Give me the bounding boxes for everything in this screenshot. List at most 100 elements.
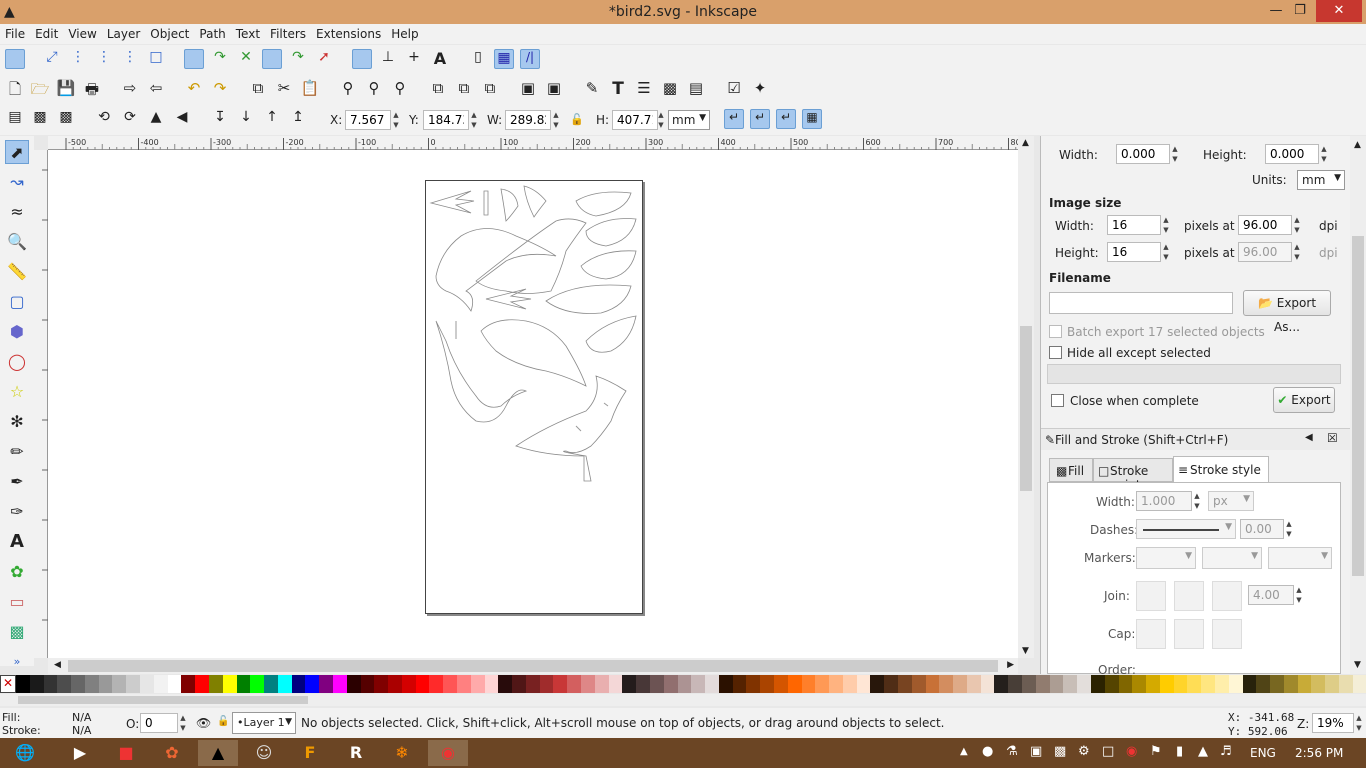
palette-swatch[interactable] bbox=[1256, 675, 1271, 693]
palette-swatch[interactable] bbox=[360, 675, 375, 693]
palette-swatch[interactable] bbox=[208, 675, 223, 693]
rotate-cw-icon[interactable]: ⟳ bbox=[120, 109, 140, 129]
hide-all-checkbox[interactable] bbox=[1049, 346, 1062, 359]
palette-swatch[interactable] bbox=[953, 675, 967, 693]
palette-swatch[interactable] bbox=[1297, 675, 1312, 693]
taskbar-inkscape-icon[interactable]: ▲ bbox=[198, 740, 238, 766]
rotate-ccw-icon[interactable]: ⟲ bbox=[94, 109, 114, 129]
clock[interactable]: 2:56 PM bbox=[1295, 746, 1343, 760]
h-input[interactable] bbox=[612, 110, 658, 130]
print-icon[interactable]: 🖶 bbox=[82, 79, 102, 99]
palette-swatch[interactable] bbox=[84, 675, 99, 693]
palette-swatch[interactable] bbox=[222, 675, 237, 693]
volume-icon[interactable]: ♬ bbox=[1220, 744, 1232, 759]
palette-swatch[interactable] bbox=[512, 675, 526, 693]
img-height-spinner[interactable]: ▲ ▼ bbox=[1161, 242, 1171, 262]
img-width-input[interactable] bbox=[1107, 215, 1161, 235]
lock-icon[interactable]: 🔓 bbox=[570, 113, 584, 126]
palette-swatch[interactable] bbox=[1104, 675, 1119, 693]
palette-swatch[interactable] bbox=[925, 675, 940, 693]
palette-swatch[interactable] bbox=[1352, 675, 1366, 693]
flip-horizontal-icon[interactable]: ▲ bbox=[146, 109, 166, 129]
menu-layer[interactable]: Layer bbox=[102, 24, 145, 44]
palette-swatch[interactable] bbox=[1118, 675, 1133, 693]
tray-icon-7[interactable]: ◉ bbox=[1126, 744, 1137, 759]
group-icon[interactable]: ▣ bbox=[518, 79, 538, 99]
palette-swatch[interactable] bbox=[663, 675, 678, 693]
palette-swatch[interactable] bbox=[553, 675, 568, 693]
pen-tool-icon[interactable]: ✒ bbox=[5, 470, 29, 494]
palette-swatch[interactable] bbox=[498, 675, 513, 693]
snap-bbox-midpoint-icon[interactable]: ⋮ bbox=[120, 49, 140, 69]
new-document-icon[interactable]: 🗋 bbox=[5, 79, 25, 99]
dpi-x-spinner[interactable]: ▲ ▼ bbox=[1292, 215, 1302, 235]
palette-swatch[interactable] bbox=[1008, 675, 1023, 693]
tray-icon-5[interactable]: ⚙ bbox=[1078, 744, 1090, 759]
scroll-left-icon[interactable]: ◀ bbox=[54, 660, 61, 670]
palette-scrollbar[interactable] bbox=[0, 694, 1366, 706]
palette-swatch[interactable] bbox=[732, 675, 747, 693]
palette-swatch[interactable] bbox=[1311, 675, 1326, 693]
scale-corners-icon[interactable]: ↵ bbox=[750, 109, 770, 129]
open-icon[interactable]: 🗁 bbox=[30, 79, 50, 99]
scroll-up-icon[interactable]: ▲ bbox=[1354, 140, 1361, 150]
zoom-drawing-icon[interactable]: ⚲ bbox=[364, 79, 384, 99]
palette-swatch[interactable] bbox=[636, 675, 650, 693]
taskbar-app-3-icon[interactable]: ✿ bbox=[152, 740, 192, 766]
palette-swatch[interactable] bbox=[1187, 675, 1202, 693]
snap-bbox-center-icon[interactable]: □ bbox=[146, 49, 166, 69]
palette-swatch[interactable] bbox=[1201, 675, 1215, 693]
palette-swatch[interactable] bbox=[167, 675, 182, 693]
color-palette[interactable]: ✕ bbox=[0, 675, 1366, 693]
palette-swatch[interactable] bbox=[332, 675, 347, 693]
palette-swatch[interactable] bbox=[1339, 675, 1353, 693]
palette-swatch[interactable] bbox=[1077, 675, 1091, 693]
palette-scroll-thumb[interactable] bbox=[18, 696, 308, 704]
w-input[interactable] bbox=[505, 110, 551, 130]
snap-intersection-icon[interactable]: ✕ bbox=[236, 49, 256, 69]
zoom-tool-icon[interactable]: 🔍 bbox=[5, 230, 29, 254]
more-tools-icon[interactable]: » bbox=[5, 650, 29, 674]
tab-stroke-paint[interactable]: □Stroke paint bbox=[1093, 458, 1173, 492]
tray-icon-1[interactable]: ● bbox=[982, 744, 993, 759]
palette-swatch[interactable] bbox=[525, 675, 540, 693]
palette-swatch[interactable] bbox=[856, 675, 871, 693]
wifi-icon[interactable]: ▲ bbox=[1198, 744, 1208, 759]
align-distribute-icon[interactable]: ▤ bbox=[686, 79, 706, 99]
palette-swatch[interactable] bbox=[388, 675, 402, 693]
palette-swatch[interactable] bbox=[484, 675, 499, 693]
batch-export-checkbox[interactable] bbox=[1049, 325, 1062, 338]
document-properties-icon[interactable]: ☑ bbox=[724, 79, 744, 99]
pencil-tool-icon[interactable]: ✏ bbox=[5, 440, 29, 464]
tab-fill[interactable]: ▩ Fill bbox=[1049, 458, 1093, 482]
palette-swatch[interactable] bbox=[718, 675, 733, 693]
no-paint-swatch[interactable]: ✕ bbox=[0, 675, 16, 693]
palette-swatch[interactable] bbox=[1035, 675, 1050, 693]
palette-swatch[interactable] bbox=[911, 675, 926, 693]
measure-tool-icon[interactable]: 📏 bbox=[5, 260, 29, 284]
snap-text-baseline-icon[interactable]: A bbox=[430, 49, 450, 69]
palette-swatch[interactable] bbox=[787, 675, 802, 693]
palette-swatch[interactable] bbox=[181, 675, 196, 693]
palette-swatch[interactable] bbox=[898, 675, 912, 693]
palette-swatch[interactable] bbox=[250, 675, 265, 693]
palette-swatch[interactable] bbox=[195, 675, 209, 693]
redo-icon[interactable]: ↷ bbox=[210, 79, 230, 99]
palette-swatch[interactable] bbox=[594, 675, 609, 693]
export-height-input[interactable] bbox=[1265, 144, 1319, 164]
spray-tool-icon[interactable]: ✿ bbox=[5, 560, 29, 584]
scroll-down-icon[interactable]: ▼ bbox=[1022, 646, 1029, 656]
palette-swatch[interactable] bbox=[760, 675, 774, 693]
x-input[interactable] bbox=[345, 110, 391, 130]
close-button[interactable]: ✕ bbox=[1316, 0, 1362, 22]
palette-swatch[interactable] bbox=[443, 675, 457, 693]
palette-swatch[interactable] bbox=[842, 675, 857, 693]
taskbar-app-6-icon[interactable]: F bbox=[290, 740, 330, 766]
palette-swatch[interactable] bbox=[305, 675, 320, 693]
palette-swatch[interactable] bbox=[153, 675, 168, 693]
selector-tool-icon[interactable]: ⬈ bbox=[5, 140, 29, 164]
clone-icon[interactable]: ⧉ bbox=[454, 79, 474, 99]
node-tool-icon[interactable]: ↝ bbox=[5, 170, 29, 194]
palette-swatch[interactable] bbox=[457, 675, 471, 693]
palette-swatch[interactable] bbox=[140, 675, 154, 693]
